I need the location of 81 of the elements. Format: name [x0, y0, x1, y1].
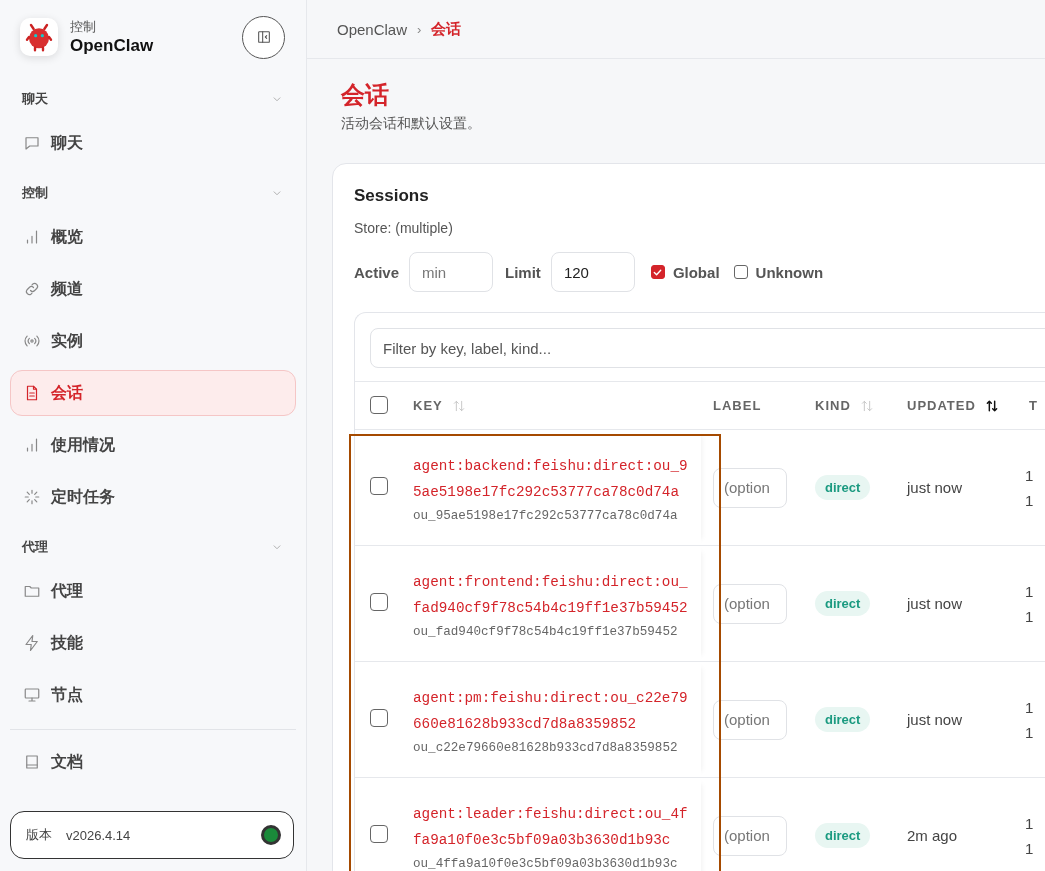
table-cell-text: 1 — [1025, 723, 1035, 741]
session-key-link[interactable]: agent:frontend:feishu:direct:ou_fad940cf9f78c54b4c19ff1e37b59452 — [413, 568, 691, 621]
session-key-link[interactable]: agent:backend:feishu:direct:ou_95ae5198e17fc292c53777ca78c0d74a — [413, 452, 691, 505]
row-checkbox[interactable] — [370, 593, 388, 611]
table-cell-text: 1 — [1025, 466, 1035, 484]
nav-group-header[interactable]: 控制 — [10, 175, 296, 211]
nav-item[interactable]: 节点 — [10, 672, 296, 718]
link-icon — [23, 280, 41, 298]
row-checkbox[interactable] — [370, 477, 388, 495]
breadcrumb-link[interactable]: 会话 — [431, 19, 462, 39]
nav-group-header[interactable]: 聊天 — [10, 81, 296, 117]
updated-time: just now — [907, 479, 964, 496]
card-title: Sessions — [354, 186, 430, 206]
nav-item[interactable]: 聊天 — [10, 120, 296, 166]
table-cell-text: 1 — [1025, 839, 1035, 857]
robot-logo-icon — [23, 21, 55, 53]
version-label: 版本 — [26, 826, 52, 844]
checkbox[interactable] — [650, 265, 665, 279]
nav-item[interactable]: 概览 — [10, 214, 296, 260]
session-id: ou_fad940cf9f78c54b4c19ff1e37b59452 — [413, 624, 679, 639]
filter-search-field[interactable]: Filter by key, label, kind... — [370, 328, 1045, 368]
updated-time: just now — [907, 595, 964, 612]
session-key-link[interactable]: agent:pm:feishu:direct:ou_c22e79660e81628b933cd7d8a8359852 — [413, 684, 691, 737]
checkbox-label: Global — [672, 263, 720, 281]
collapse-sidebar-button[interactable] — [242, 15, 285, 59]
nav-item[interactable]: 代理 — [10, 568, 296, 614]
label-input[interactable]: (option — [713, 583, 787, 624]
select-all-checkbox[interactable] — [370, 395, 388, 414]
updated-time: 2m ago — [907, 827, 959, 844]
row-checkbox[interactable] — [370, 825, 388, 843]
brand-title: OpenClaw — [70, 36, 155, 56]
filter-label: Active — [354, 263, 400, 281]
lightning-icon — [23, 634, 41, 652]
table-cell-text: 1 — [1025, 582, 1035, 600]
nav-item[interactable]: 实例 — [10, 318, 296, 364]
nav-group-header[interactable]: 代理 — [10, 529, 296, 565]
session-key-link[interactable]: agent:leader:feishu:direct:ou_4ffa9a10f0e3c5bf09a03b3630d1b93c — [413, 800, 691, 853]
page-title: 会话 — [341, 80, 390, 110]
column-header[interactable]: KEY — [413, 398, 443, 413]
label-input[interactable]: (option — [713, 815, 787, 856]
filter-input[interactable]: 120 — [550, 252, 635, 292]
label-input[interactable]: (option — [713, 699, 787, 740]
session-id: ou_95ae5198e17fc292c53777ca78c0d74a — [413, 508, 679, 523]
filter-input[interactable]: min — [409, 252, 494, 292]
checkbox[interactable] — [733, 265, 748, 279]
filter-label: Limit — [505, 263, 541, 281]
brand-subtitle: 控制 — [70, 18, 97, 36]
nav-item[interactable]: 技能 — [10, 620, 296, 666]
kind-tag: direct — [815, 707, 871, 732]
breadcrumb-link[interactable]: OpenClaw — [337, 20, 408, 38]
nav-item[interactable]: 会话 — [10, 370, 296, 416]
session-id: ou_c22e79660e81628b933cd7d8a8359852 — [413, 740, 679, 755]
column-header: LABEL — [713, 398, 762, 413]
nav-item[interactable]: 文档 — [10, 739, 296, 785]
updated-time: just now — [907, 711, 964, 728]
checkbox-label: Unknown — [755, 263, 824, 281]
nav-item[interactable]: 频道 — [10, 266, 296, 312]
column-header: T — [1029, 398, 1038, 413]
table-cell-text: 1 — [1025, 698, 1035, 716]
label-input[interactable]: (option — [713, 467, 787, 508]
breadcrumb-separator: › — [417, 21, 422, 37]
session-id: ou_4ffa9a10f0e3c5bf09a03b3630d1b93c — [413, 856, 679, 871]
book-icon — [23, 753, 41, 771]
column-header[interactable]: UPDATED — [907, 398, 976, 413]
loader-icon — [23, 488, 41, 506]
page-subtitle: 活动会话和默认设置。 — [341, 115, 482, 133]
row-checkbox[interactable] — [370, 709, 388, 727]
nav-item[interactable]: 定时任务 — [10, 474, 296, 520]
sidebar-panel-icon — [255, 29, 272, 45]
monitor-icon — [23, 686, 41, 704]
table-cell-text: 1 — [1025, 607, 1035, 625]
table-cell-text: 1 — [1025, 814, 1035, 832]
kind-tag: direct — [815, 823, 871, 848]
column-header[interactable]: KIND — [815, 398, 851, 413]
version-number: v2026.4.14 — [66, 827, 132, 843]
chat-icon — [23, 134, 41, 152]
store-info: Store: (multiple) — [354, 220, 454, 236]
kind-tag: direct — [815, 591, 871, 616]
table-cell-text: 1 — [1025, 491, 1035, 509]
nav-item[interactable]: 使用情况 — [10, 422, 296, 468]
kind-tag: direct — [815, 475, 871, 500]
